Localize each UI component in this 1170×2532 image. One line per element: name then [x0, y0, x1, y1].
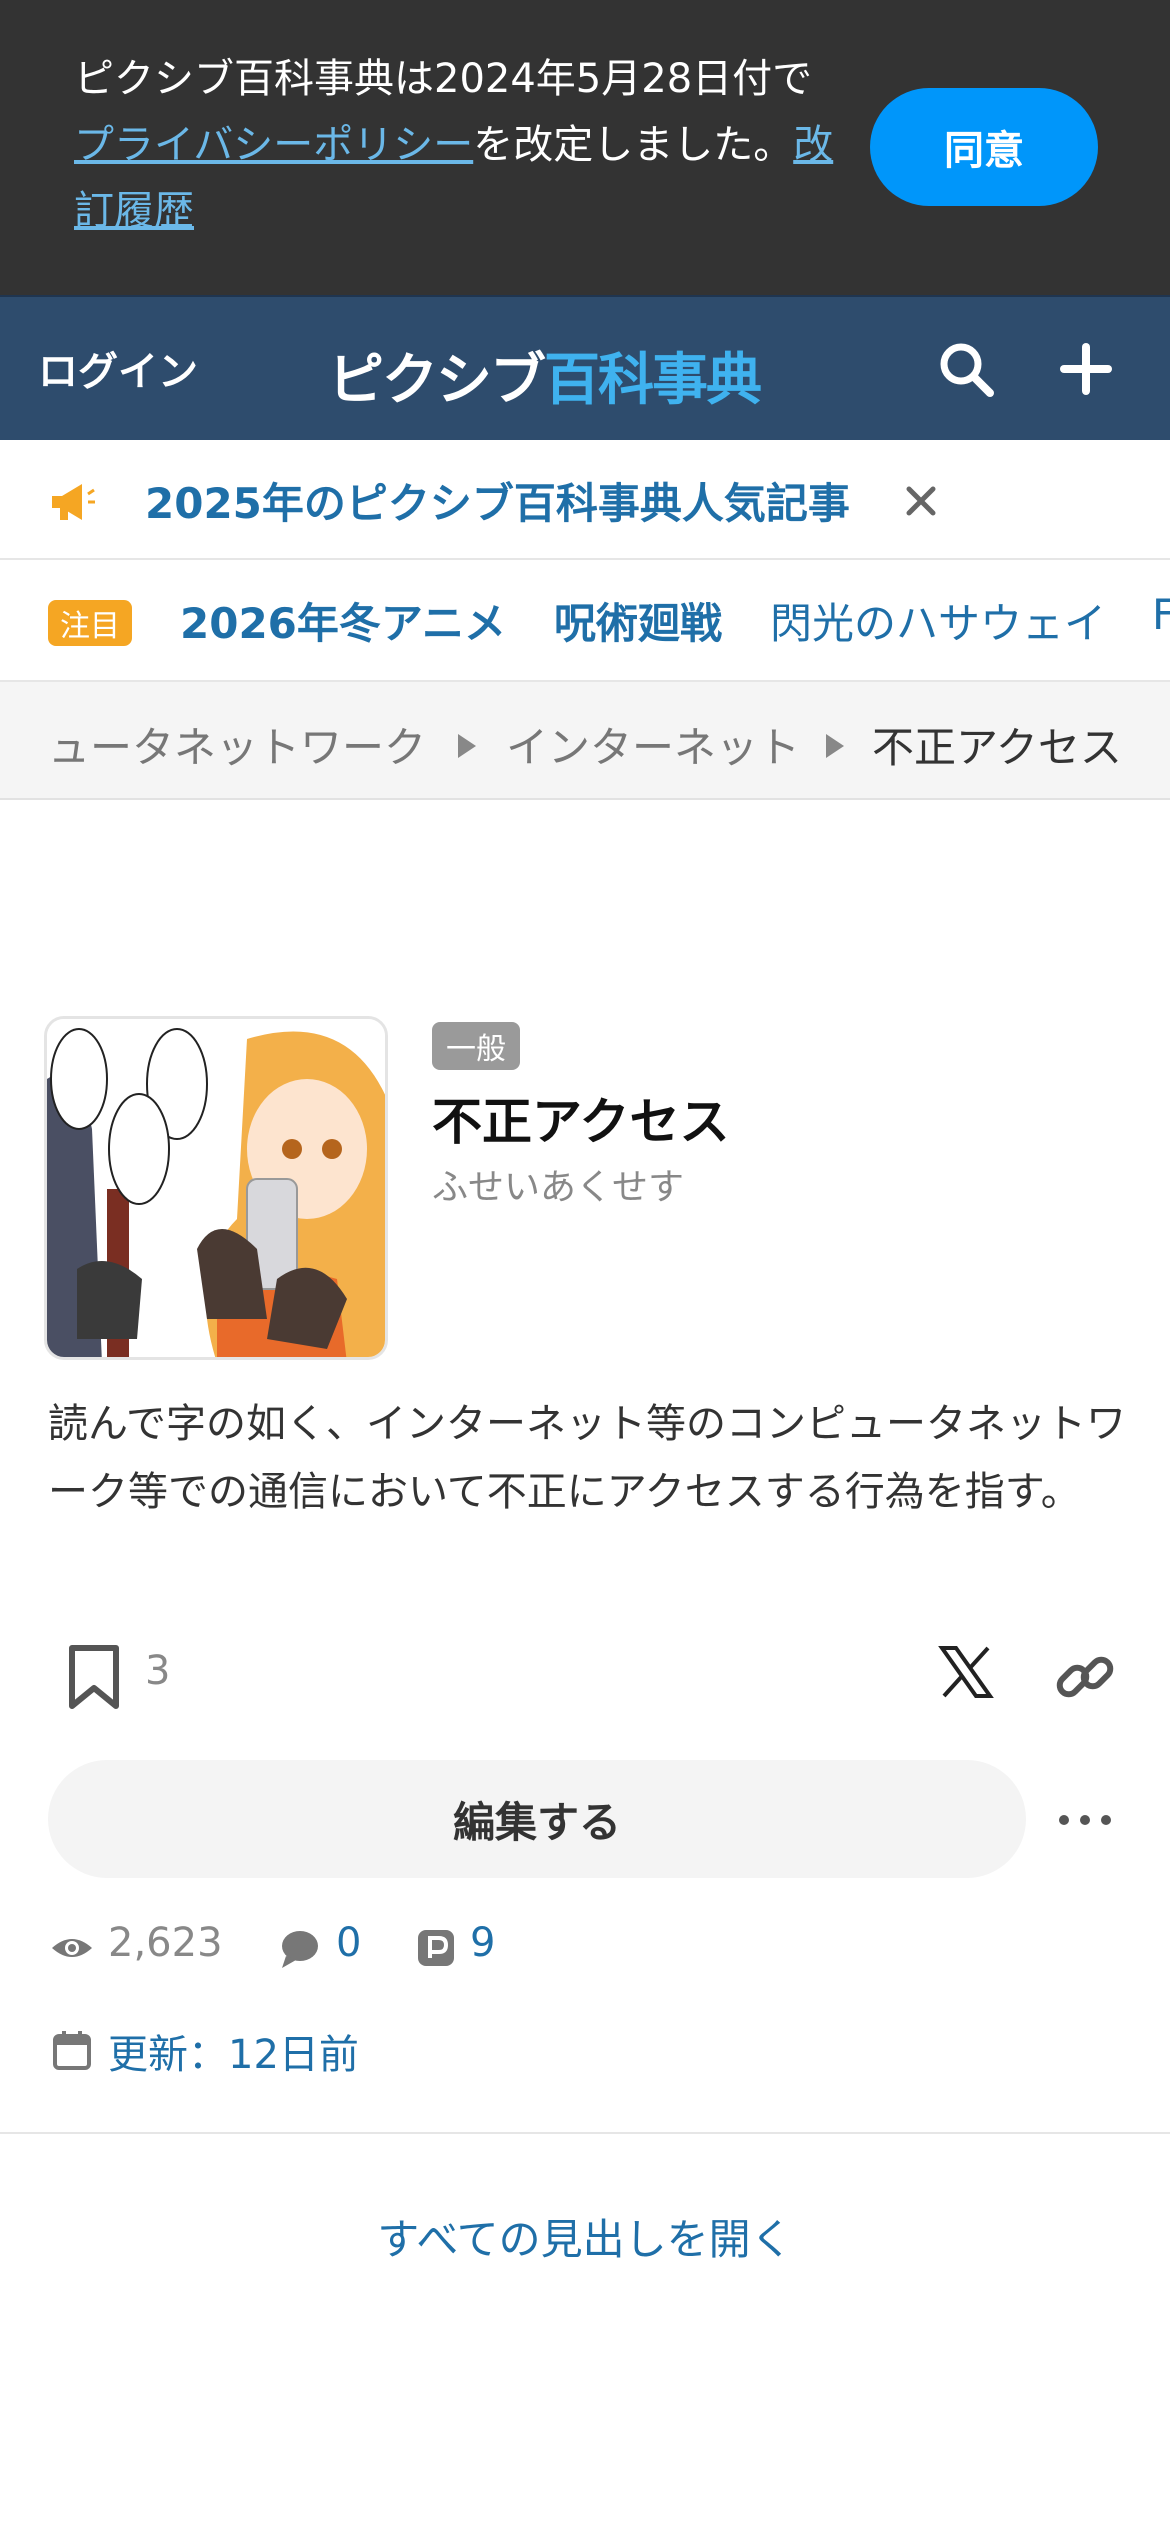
breadcrumb-current: 不正アクセス	[872, 723, 1122, 772]
trending-bar: 注目 2026年冬アニメ 呪術廻戦 閃光のハサウェイ F	[0, 560, 1170, 682]
trending-item[interactable]: 呪術廻戦	[554, 590, 722, 651]
logo-part-pixiv: ピクシブ	[328, 348, 546, 413]
privacy-text-before: ピクシブ百科事典は2024年5月28日付で	[74, 56, 813, 102]
search-icon[interactable]	[934, 337, 998, 401]
copy-link-icon[interactable]	[1052, 1644, 1118, 1710]
site-header: ログイン ピクシブ百科事典	[0, 295, 1170, 440]
view-count: 2,623	[108, 1920, 223, 1966]
trending-badge: 注目	[48, 600, 132, 646]
section-divider	[0, 2132, 1170, 2134]
breadcrumb-separator-icon	[826, 734, 844, 758]
privacy-policy-link[interactable]: プライバシーポリシー	[74, 122, 473, 168]
page-title: 不正アクセス	[432, 1093, 730, 1151]
megaphone-icon	[52, 484, 95, 520]
article-summary: 読んで字の如く、インターネット等のコンピュータネットワーク等での通信において不正…	[48, 1401, 1126, 1515]
breadcrumb-item[interactable]: ュータネットワーク	[48, 714, 426, 775]
pixiv-works-count[interactable]: 9	[470, 1920, 495, 1966]
privacy-text-after: を改定しました。	[473, 122, 794, 168]
site-logo[interactable]: ピクシブ百科事典	[328, 335, 762, 416]
breadcrumb: ュータネットワーク インターネット 不正アクセス	[0, 682, 1170, 800]
edit-button[interactable]: 編集する	[48, 1760, 1026, 1878]
comment-icon	[282, 1931, 318, 1968]
title-reading: ふせいあくせす	[432, 1167, 685, 1208]
privacy-banner: ピクシブ百科事典は2024年5月28日付でプライバシーポリシーを改定しました。改…	[0, 0, 1170, 295]
trending-item[interactable]: F	[1152, 590, 1170, 639]
article-thumbnail[interactable]	[44, 1016, 388, 1360]
x-share-icon[interactable]	[938, 1644, 994, 1700]
logo-part-encyclopedia: 百科事典	[544, 348, 762, 413]
trending-item[interactable]: 2026年冬アニメ	[180, 590, 506, 651]
bookmark-count: 3	[145, 1648, 171, 1694]
calendar-icon	[53, 2031, 91, 2070]
more-options-icon[interactable]	[1050, 1795, 1120, 1845]
close-icon[interactable]	[896, 476, 946, 526]
login-link[interactable]: ログイン	[38, 339, 198, 397]
add-icon[interactable]	[1054, 337, 1118, 401]
breadcrumb-separator-icon	[458, 734, 476, 758]
trending-item[interactable]: 閃光のハサウェイ	[770, 590, 1106, 651]
comment-count[interactable]: 0	[336, 1920, 361, 1966]
bookmark-icon[interactable]	[64, 1642, 124, 1712]
open-all-headings-link[interactable]: すべての見出しを開く	[0, 2206, 1170, 2267]
updated-link[interactable]: 更新：12日前	[108, 2022, 359, 2080]
category-badge[interactable]: 一般	[432, 1022, 520, 1070]
announcement-link[interactable]: 2025年のピクシブ百科事典人気記事	[145, 470, 850, 531]
views-eye-icon	[52, 1939, 92, 1957]
announcement-bar: 2025年のピクシブ百科事典人気記事	[0, 440, 1170, 560]
privacy-message: ピクシブ百科事典は2024年5月28日付でプライバシーポリシーを改定しました。改…	[74, 46, 834, 244]
breadcrumb-item[interactable]: インターネット	[506, 714, 800, 775]
thumbnail-illustration	[47, 1019, 385, 1357]
agree-button[interactable]: 同意	[870, 88, 1098, 206]
pixiv-works-icon	[418, 1930, 454, 1966]
